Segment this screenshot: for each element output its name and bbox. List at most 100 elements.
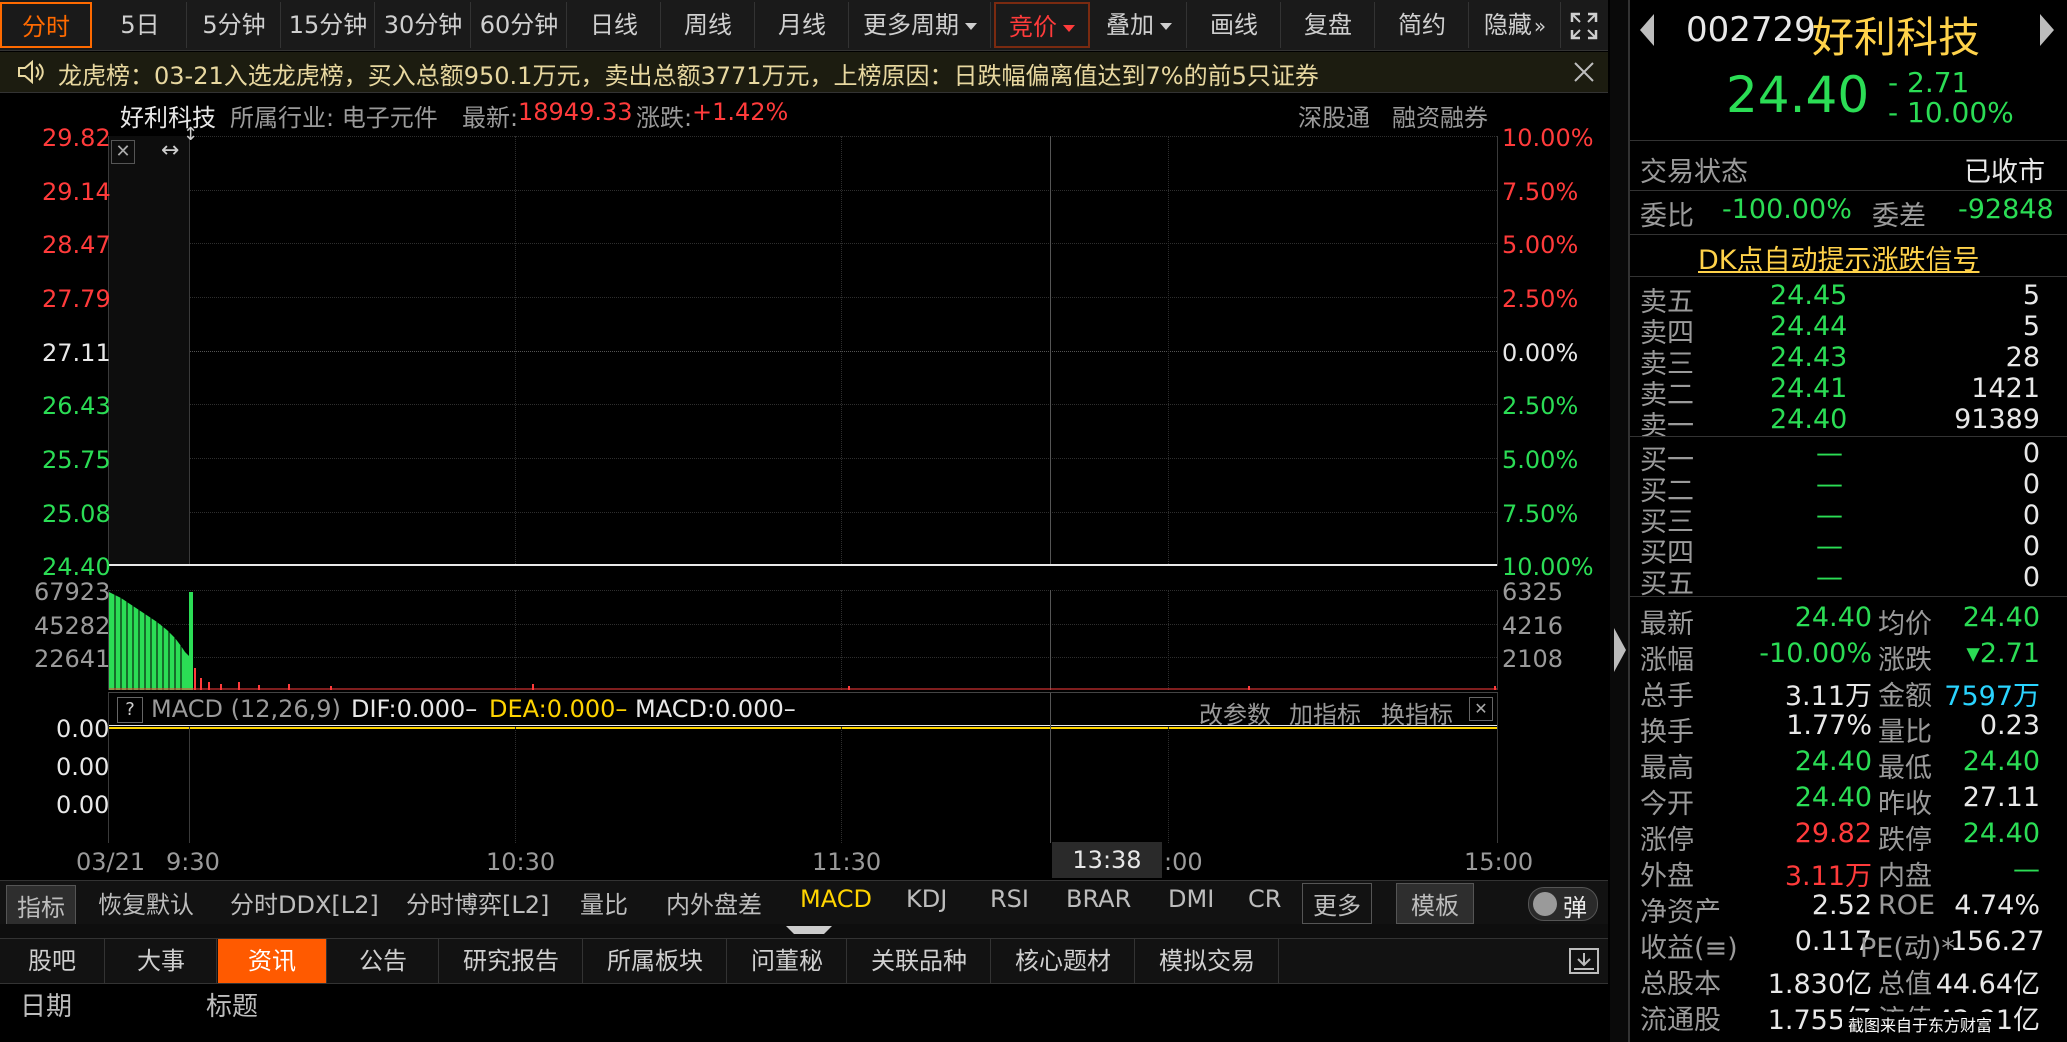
splitter[interactable]	[0, 924, 1608, 938]
indicator-menu-button[interactable]: 指标	[6, 885, 76, 926]
margin-trading-tag[interactable]: 融资融券	[1392, 98, 1488, 133]
prev-stock-icon[interactable]	[1640, 14, 1654, 46]
quote-value: 3.11万	[1784, 861, 1872, 892]
notice-text[interactable]: 龙虎榜：03-21入选龙虎榜，买入总额950.1万元，卖出总额3771万元，上榜…	[58, 56, 1319, 91]
simple-button[interactable]: 简约	[1376, 2, 1469, 48]
indicator-ddx[interactable]: 分时DDX[L2]	[230, 885, 379, 920]
indicator-rsi[interactable]: RSI	[990, 885, 1029, 913]
tab-research[interactable]: 研究报告	[440, 939, 583, 983]
tab-ask-secretary[interactable]: 问董秘	[728, 939, 847, 983]
tab-30min[interactable]: 30分钟	[376, 2, 471, 48]
sz-connect-tag[interactable]: 深股通	[1298, 98, 1370, 133]
tab-5day[interactable]: 5日	[94, 2, 187, 48]
price-axis-label: 29.14	[42, 178, 111, 206]
quote-value: -10.00%	[1759, 638, 1872, 669]
period-toolbar: 分时 5日 5分钟 15分钟 30分钟 60分钟 日线 周线 月线 更多周期 竞…	[0, 0, 1608, 51]
price-axis-label: 25.08	[42, 500, 111, 528]
template-button[interactable]: 模板	[1396, 883, 1474, 924]
macd-name[interactable]: MACD (12,26,9)	[151, 695, 341, 723]
volume-chart-area[interactable]	[108, 590, 1498, 690]
tab-related[interactable]: 关联品种	[848, 939, 991, 983]
quote-value: 0.23	[1979, 710, 2040, 741]
volume-axis-label: 45282	[34, 612, 111, 640]
tab-5min[interactable]: 5分钟	[188, 2, 281, 48]
quote-value: 24.40	[1794, 782, 1872, 813]
restore-default-button[interactable]: 恢复默认	[98, 885, 194, 920]
more-periods-dropdown[interactable]: 更多周期	[850, 2, 991, 48]
tab-15min[interactable]: 15分钟	[282, 2, 375, 48]
tab-weekly[interactable]: 周线	[662, 2, 755, 48]
time-axis-label: 15:00	[1464, 848, 1534, 876]
download-icon[interactable]	[1568, 947, 1600, 975]
more-indicators-button[interactable]: 更多	[1302, 883, 1372, 924]
time-axis-date: 03/21	[76, 848, 146, 876]
tab-sim-trading[interactable]: 模拟交易	[1136, 939, 1279, 983]
pct-axis-label: 7.50%	[1502, 500, 1579, 528]
more-periods-label: 更多周期	[863, 11, 959, 39]
quote-label: 涨停	[1640, 825, 1694, 856]
close-icon[interactable]	[1572, 60, 1596, 84]
expand-right-icon[interactable]	[1614, 628, 1626, 672]
close-icon[interactable]: ✕	[111, 140, 135, 164]
tab-announcements[interactable]: 公告	[328, 939, 439, 983]
price-axis-label: 25.75	[42, 446, 111, 474]
indicator-kdj[interactable]: KDJ	[906, 885, 947, 913]
macd-panel[interactable]: ? MACD (12,26,9) DIF:0.000– DEA:0.000– M…	[108, 692, 1498, 843]
next-stock-icon[interactable]	[2040, 14, 2054, 46]
ask3-vol: 28	[2005, 342, 2040, 373]
double-chevron-right-icon: »	[1533, 14, 1547, 38]
tab-intraday[interactable]: 分时	[0, 2, 92, 48]
tab-daily[interactable]: 日线	[568, 2, 661, 48]
auction-label: 竞价	[1009, 13, 1057, 41]
ask3-price: 24.43	[1770, 342, 1848, 373]
quote-value: 24.40	[1962, 746, 2040, 777]
indicator-volume-ratio[interactable]: 量比	[580, 885, 628, 920]
indicator-game[interactable]: 分时博弈[L2]	[406, 885, 549, 920]
tab-sectors[interactable]: 所属板块	[584, 939, 727, 983]
macd-axis-label: 0.00	[56, 753, 110, 781]
pct-axis-label: 0.00%	[1502, 339, 1579, 367]
quote-value: 27.11	[1962, 782, 2040, 813]
pct-axis-label: 2.50%	[1502, 285, 1579, 313]
draw-line-button[interactable]: 画线	[1188, 2, 1281, 48]
indicator-brar[interactable]: BRAR	[1066, 885, 1131, 913]
tab-news[interactable]: 资讯	[218, 939, 327, 983]
quote-label: 最高	[1640, 753, 1694, 784]
help-icon[interactable]: ?	[117, 697, 143, 723]
panel-splitter[interactable]	[1610, 0, 1628, 1042]
col-title-header: 标题	[206, 992, 259, 1022]
replay-button[interactable]: 复盘	[1282, 2, 1375, 48]
price-chart-area[interactable]: ✕ ↔ ↕	[108, 124, 1498, 566]
tab-forum[interactable]: 股吧	[0, 939, 105, 983]
indicator-inout-diff[interactable]: 内外盘差	[666, 885, 762, 920]
tab-events[interactable]: 大事	[106, 939, 217, 983]
industry-label[interactable]: 所属行业: 电子元件	[230, 98, 438, 133]
popup-toggle[interactable]: 弹	[1528, 887, 1598, 922]
fullscreen-button[interactable]	[1562, 2, 1606, 48]
indicator-macd[interactable]: MACD	[800, 885, 872, 913]
ask2-price: 24.41	[1770, 373, 1848, 404]
quote-value: 4.74%	[1954, 890, 2040, 921]
overlay-label: 叠加	[1106, 11, 1154, 39]
close-icon[interactable]: ✕	[1469, 697, 1493, 721]
quote-label: 流通股	[1640, 1005, 1721, 1036]
bid-ratio-value: -100.00%	[1722, 194, 1852, 225]
bid2-price: —	[1816, 469, 1843, 500]
quote-value: 1.77%	[1786, 710, 1872, 741]
collapse-arrow-icon[interactable]	[786, 926, 832, 934]
overlay-dropdown[interactable]: 叠加	[1092, 2, 1187, 48]
bid5-price: —	[1816, 562, 1843, 593]
tab-60min[interactable]: 60分钟	[472, 2, 567, 48]
quote-value: 24.40	[1794, 602, 1872, 633]
hide-button[interactable]: 隐藏»	[1470, 2, 1561, 48]
auction-dropdown[interactable]: 竞价	[994, 2, 1090, 48]
tab-monthly[interactable]: 月线	[756, 2, 849, 48]
resize-horizontal-icon[interactable]: ↔	[161, 138, 179, 163]
drag-handle-icon[interactable]: ↕	[183, 124, 198, 145]
price-axis-label: 24.40	[42, 553, 111, 581]
indicator-cr[interactable]: CR	[1248, 885, 1281, 913]
tab-core-themes[interactable]: 核心题材	[992, 939, 1135, 983]
price-line	[109, 564, 1497, 566]
dk-signal-link[interactable]: DK点自动提示涨跌信号	[1698, 238, 1980, 277]
indicator-dmi[interactable]: DMI	[1168, 885, 1214, 913]
